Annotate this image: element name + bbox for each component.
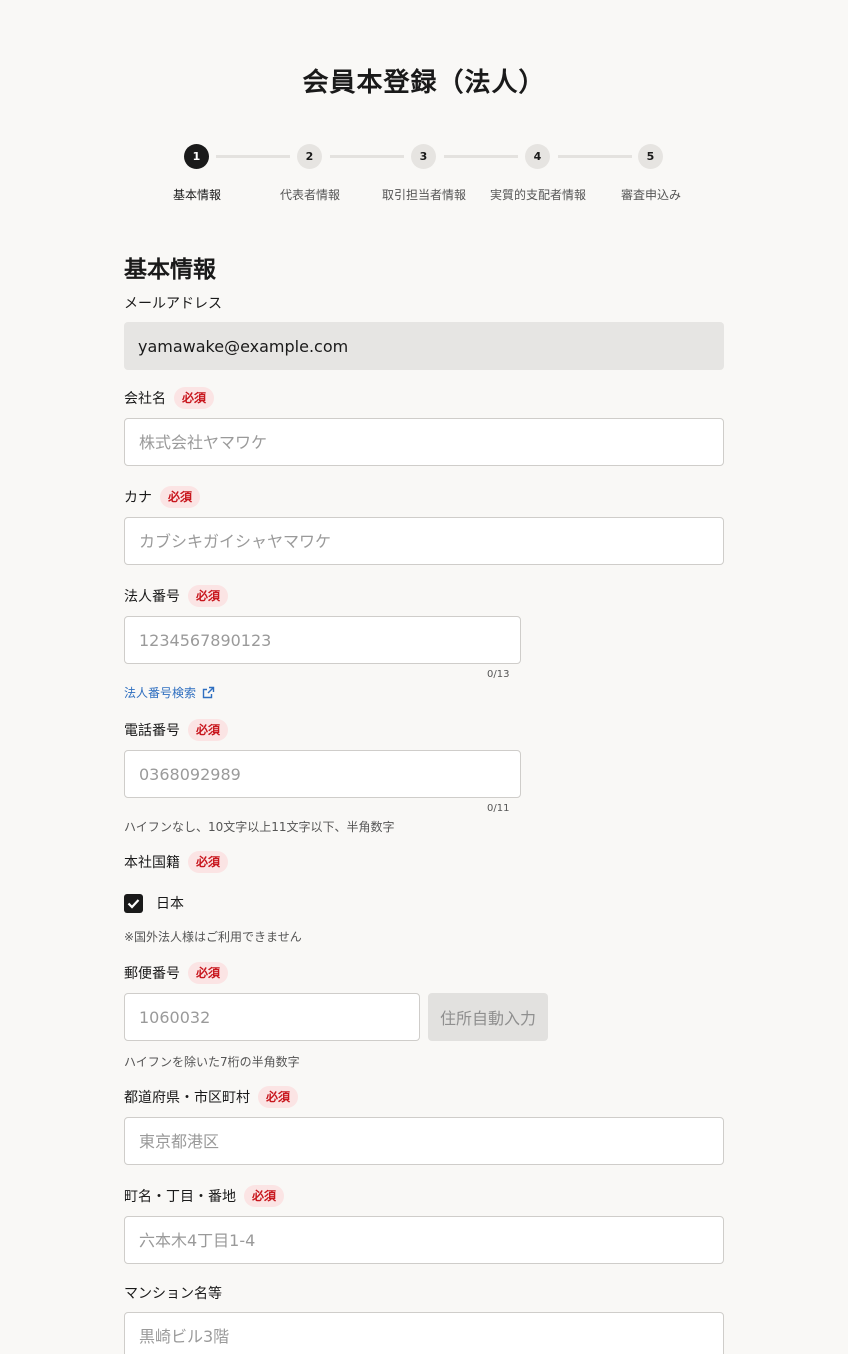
nationality-japan-option[interactable]: 日本 (124, 893, 184, 913)
required-badge: 必須 (188, 585, 229, 607)
phone-label-text: 電話番号 (124, 723, 180, 739)
required-badge: 必須 (188, 851, 229, 873)
nationality-option-label: 日本 (156, 896, 184, 912)
email-label: メールアドレス (124, 291, 222, 315)
phone-hint: ハイフンなし、10文字以上11文字以下、半角数字 (124, 820, 395, 834)
phone-label: 電話番号 必須 (124, 718, 229, 742)
town-address-label-text: 町名・丁目・番地 (124, 1189, 236, 1205)
town-address-input[interactable] (124, 1216, 724, 1264)
page-title: 会員本登録（法人） (302, 68, 546, 98)
step-5-label: 審査申込み (620, 188, 681, 202)
building-input[interactable] (124, 1312, 724, 1354)
corporate-number-counter: 0/13 (487, 669, 510, 680)
town-address-label: 町名・丁目・番地 必須 (124, 1184, 285, 1208)
required-badge: 必須 (188, 719, 229, 741)
prefecture-city-label: 都道府県・市区町村 必須 (124, 1085, 299, 1109)
required-badge: 必須 (188, 962, 229, 984)
nationality-label-text: 本社国籍 (124, 855, 180, 871)
prefecture-city-label-text: 都道府県・市区町村 (124, 1090, 250, 1106)
phone-counter: 0/11 (487, 803, 510, 814)
postal-code-hint: ハイフンを除いた7桁の半角数字 (124, 1055, 300, 1069)
required-badge: 必須 (244, 1185, 285, 1207)
nationality-checkbox[interactable] (124, 893, 143, 913)
postal-code-label: 郵便番号 必須 (124, 961, 229, 985)
building-label: マンション名等 (124, 1281, 222, 1305)
company-name-input[interactable] (124, 418, 724, 466)
kana-label-text: カナ (124, 490, 152, 506)
corporate-number-search-text: 法人番号検索 (124, 686, 197, 700)
nationality-label: 本社国籍 必須 (124, 850, 229, 874)
step-connector (444, 155, 518, 158)
corporate-number-label-text: 法人番号 (124, 589, 180, 605)
company-name-label-text: 会社名 (124, 391, 166, 407)
postal-code-label-text: 郵便番号 (124, 966, 180, 982)
kana-label: カナ 必須 (124, 485, 201, 509)
phone-input[interactable] (124, 750, 521, 798)
external-link-icon (202, 686, 215, 699)
progress-stepper: 1 2 3 4 5 基本情報 代表者情報 取引担当者情報 実質的支配者情報 審査… (0, 144, 848, 214)
corporate-number-search-link[interactable]: 法人番号検索 (124, 684, 215, 701)
step-4-circle: 4 (525, 144, 550, 169)
section-title: 基本情報 (124, 257, 216, 283)
postal-code-input[interactable] (124, 993, 420, 1041)
step-3-circle: 3 (411, 144, 436, 169)
prefecture-city-input[interactable] (124, 1117, 724, 1165)
required-badge: 必須 (174, 387, 215, 409)
company-name-label: 会社名 必須 (124, 386, 215, 410)
kana-input[interactable] (124, 517, 724, 565)
required-badge: 必須 (160, 486, 201, 508)
corporate-number-label: 法人番号 必須 (124, 584, 229, 608)
address-autofill-button[interactable]: 住所自動入力 (428, 993, 548, 1041)
nationality-note: ※国外法人様はご利用できません (124, 930, 302, 944)
step-5-circle: 5 (638, 144, 663, 169)
step-connector (330, 155, 404, 158)
step-connector (216, 155, 290, 158)
step-2-circle: 2 (297, 144, 322, 169)
required-badge: 必須 (258, 1086, 299, 1108)
corporate-number-input[interactable] (124, 616, 521, 664)
email-label-text: メールアドレス (124, 296, 222, 312)
building-label-text: マンション名等 (124, 1286, 222, 1302)
email-field[interactable] (124, 322, 724, 370)
check-icon (127, 898, 140, 909)
step-connector (558, 155, 632, 158)
step-1-circle: 1 (184, 144, 209, 169)
